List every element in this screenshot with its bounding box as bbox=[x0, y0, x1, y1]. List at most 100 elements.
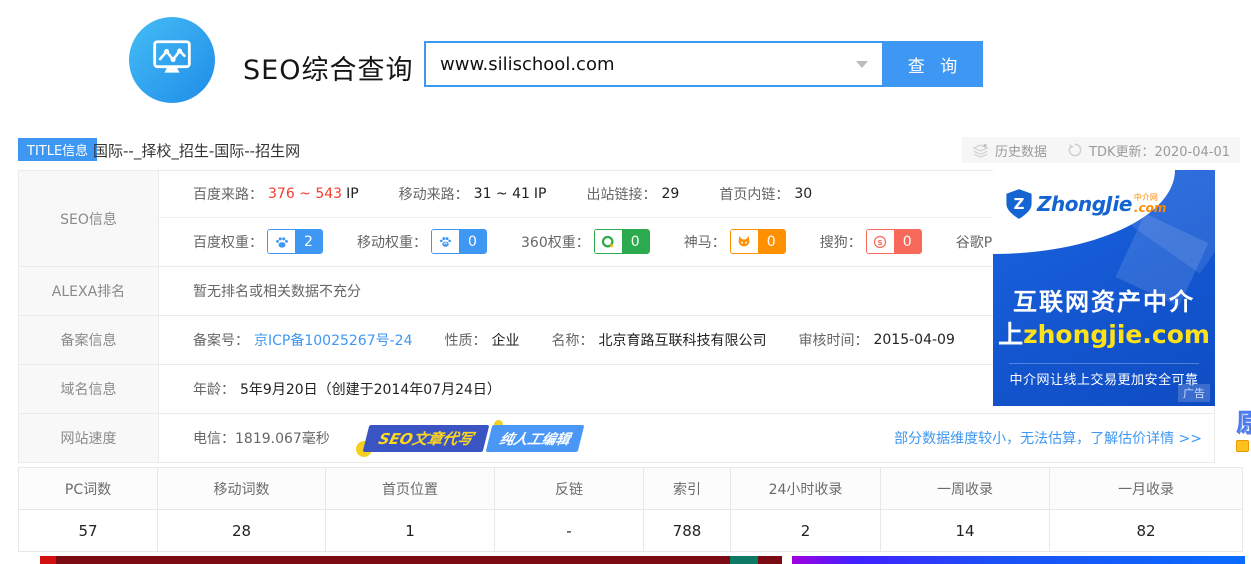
ad-divider bbox=[1009, 363, 1200, 364]
search-box bbox=[424, 41, 882, 87]
baidu-weight-label: 百度权重： bbox=[193, 232, 263, 252]
mobile-traffic-label: 移动来路： bbox=[399, 184, 469, 204]
ad-tag-label: 广告 bbox=[1178, 384, 1210, 402]
stats-col-header: 反链 bbox=[495, 468, 644, 509]
homepage-inner-links: 首页内链： 30 bbox=[719, 184, 812, 204]
stats-col-header: 移动词数 bbox=[158, 468, 326, 509]
stats-value: 1 bbox=[326, 510, 495, 551]
search-input[interactable] bbox=[424, 41, 882, 87]
baidu-weight: 百度权重： 2 bbox=[193, 229, 323, 254]
stats-value: 82 bbox=[1050, 510, 1242, 551]
icp-name-group: 名称： 北京育路互联科技有限公司 bbox=[551, 330, 766, 350]
row-label-seo: SEO信息 bbox=[19, 171, 159, 266]
domain-age-label: 年龄： bbox=[193, 379, 235, 399]
bottom-banner-right[interactable] bbox=[792, 556, 1245, 564]
shield-icon: Z bbox=[1005, 188, 1033, 220]
baidu-weight-badge[interactable]: 2 bbox=[267, 229, 323, 254]
360-weight-badge[interactable]: 0 bbox=[594, 229, 650, 254]
site-title-text: 国际--_择校_招生-国际--招生网 bbox=[93, 140, 300, 161]
homepage-inner-links-label: 首页内链： bbox=[719, 184, 789, 204]
icp-audit-label: 审核时间： bbox=[798, 330, 868, 350]
baidu-traffic: 百度来路： 376 ~ 543 IP bbox=[193, 184, 359, 204]
shenma-icon bbox=[731, 230, 758, 253]
ad-domain-text: zhongjie.com bbox=[1023, 320, 1210, 349]
baidu-paw-icon bbox=[268, 230, 295, 253]
estimate-detail-link[interactable]: 部分数据维度较小，无法估算，了解估价详情 >> bbox=[894, 428, 1214, 448]
telecom-speed-value: 电信：1819.067毫秒 bbox=[193, 428, 330, 448]
zhongjie-logo: Z ZhongJie 中介网 .com bbox=[1005, 188, 1166, 220]
sogou-weight-label: 搜狗： bbox=[820, 232, 862, 252]
monitor-chart-icon bbox=[146, 32, 198, 88]
mobile-traffic-unit: IP bbox=[534, 186, 547, 202]
row-label-domain: 域名信息 bbox=[19, 365, 159, 413]
bottom-banner-left[interactable] bbox=[40, 556, 782, 564]
sogou-weight-value: 0 bbox=[894, 230, 921, 253]
icp-company-name: 北京育路互联科技有限公司 bbox=[598, 330, 766, 350]
shenma-weight-badge[interactable]: 0 bbox=[730, 229, 786, 254]
baidu-traffic-value: 376 ~ 543 bbox=[268, 186, 342, 202]
outbound-links-value: 29 bbox=[662, 186, 680, 202]
promo-left-label: SEO文章代写 bbox=[376, 428, 475, 449]
baidu-weight-value: 2 bbox=[295, 230, 322, 253]
dropdown-caret-icon[interactable] bbox=[856, 61, 868, 68]
zhongjie-ad-banner[interactable]: Z ZhongJie 中介网 .com 互联网资产中介 上zhongjie.co… bbox=[993, 170, 1215, 406]
tdk-update-label: TDK更新：2020-04-01 bbox=[1089, 141, 1230, 160]
shenma-weight-label: 神马： bbox=[684, 232, 726, 252]
stats-value-row: 57 28 1 - 788 2 14 82 bbox=[19, 510, 1242, 551]
query-button[interactable]: 查 询 bbox=[882, 41, 983, 87]
seo-query-page: SEO综合查询 查 询 TITLE信息 国际--_择校_招生-国际--招生网 历… bbox=[0, 0, 1251, 564]
stats-col-header: 首页位置 bbox=[326, 468, 495, 509]
stats-col-header: 24小时收录 bbox=[731, 468, 881, 509]
mobile-weight-label: 移动权重： bbox=[357, 232, 427, 252]
outbound-links: 出站链接： 29 bbox=[587, 184, 680, 204]
sogou-s-icon: S bbox=[867, 230, 894, 253]
icp-nature-group: 性质： 企业 bbox=[444, 330, 519, 350]
stats-value: 28 bbox=[158, 510, 326, 551]
keyword-stats-table: PC词数 移动词数 首页位置 反链 索引 24小时收录 一周收录 一月收录 57… bbox=[18, 467, 1243, 552]
svg-text:S: S bbox=[878, 237, 883, 246]
history-data-button[interactable]: 历史数据 bbox=[962, 137, 1057, 163]
mobile-weight-value: 0 bbox=[459, 230, 486, 253]
title-info-badge: TITLE信息 bbox=[18, 138, 97, 161]
stats-value: 14 bbox=[881, 510, 1050, 551]
360-weight-value: 0 bbox=[622, 230, 649, 253]
ad-headline: 互联网资产中介 bbox=[993, 282, 1215, 317]
baidu-traffic-label: 百度来路： bbox=[193, 184, 263, 204]
page-title: SEO综合查询 bbox=[243, 48, 413, 87]
stats-value: 788 bbox=[644, 510, 731, 551]
stats-value: - bbox=[495, 510, 644, 551]
ad-domain-line: 上zhongjie.com bbox=[993, 315, 1215, 351]
svg-text:Z: Z bbox=[1014, 195, 1025, 213]
refresh-icon bbox=[1067, 142, 1083, 158]
360-weight-label: 360权重： bbox=[521, 232, 590, 252]
row-label-speed: 网站速度 bbox=[19, 414, 159, 462]
shenma-weight: 神马： 0 bbox=[684, 229, 786, 254]
stats-col-header: PC词数 bbox=[19, 468, 158, 509]
history-data-label: 历史数据 bbox=[995, 141, 1047, 160]
stats-col-header: 一周收录 bbox=[881, 468, 1050, 509]
icp-number-label: 备案号： bbox=[193, 330, 249, 350]
outbound-links-label: 出站链接： bbox=[587, 184, 657, 204]
icp-number-link[interactable]: 京ICP备10025267号-24 bbox=[254, 330, 412, 350]
seo-article-promo-banner[interactable]: SEO文章代写 纯人工编辑 bbox=[366, 425, 581, 452]
ad-domain-prefix: 上 bbox=[998, 320, 1023, 349]
sogou-weight-badge[interactable]: S 0 bbox=[866, 229, 922, 254]
sogou-weight: 搜狗： S 0 bbox=[820, 229, 922, 254]
sticker-character: 原 bbox=[1236, 403, 1251, 439]
shenma-weight-value: 0 bbox=[758, 230, 785, 253]
mobile-traffic-value: 31 ~ 41 bbox=[474, 186, 530, 202]
history-layers-icon bbox=[972, 143, 989, 158]
stats-col-header: 一月收录 bbox=[1050, 468, 1242, 509]
tdk-update-button[interactable]: TDK更新：2020-04-01 bbox=[1057, 137, 1240, 163]
floating-sticker-ad[interactable]: 原 bbox=[1236, 403, 1251, 452]
promo-right-label: 纯人工编辑 bbox=[497, 428, 572, 448]
mobile-weight-badge[interactable]: 0 bbox=[431, 229, 487, 254]
icp-number-group: 备案号： 京ICP备10025267号-24 bbox=[193, 330, 412, 350]
icp-nature-label: 性质： bbox=[444, 330, 486, 350]
stats-header-row: PC词数 移动词数 首页位置 反链 索引 24小时收录 一周收录 一月收录 bbox=[19, 468, 1242, 510]
row-label-alexa: ALEXA排名 bbox=[19, 267, 159, 315]
row-speed: 网站速度 电信：1819.067毫秒 SEO文章代写 纯人工编辑 部分数据维度较… bbox=[19, 414, 1214, 462]
360-weight: 360权重： 0 bbox=[521, 229, 650, 254]
site-logo bbox=[129, 17, 215, 103]
stats-value: 57 bbox=[19, 510, 158, 551]
